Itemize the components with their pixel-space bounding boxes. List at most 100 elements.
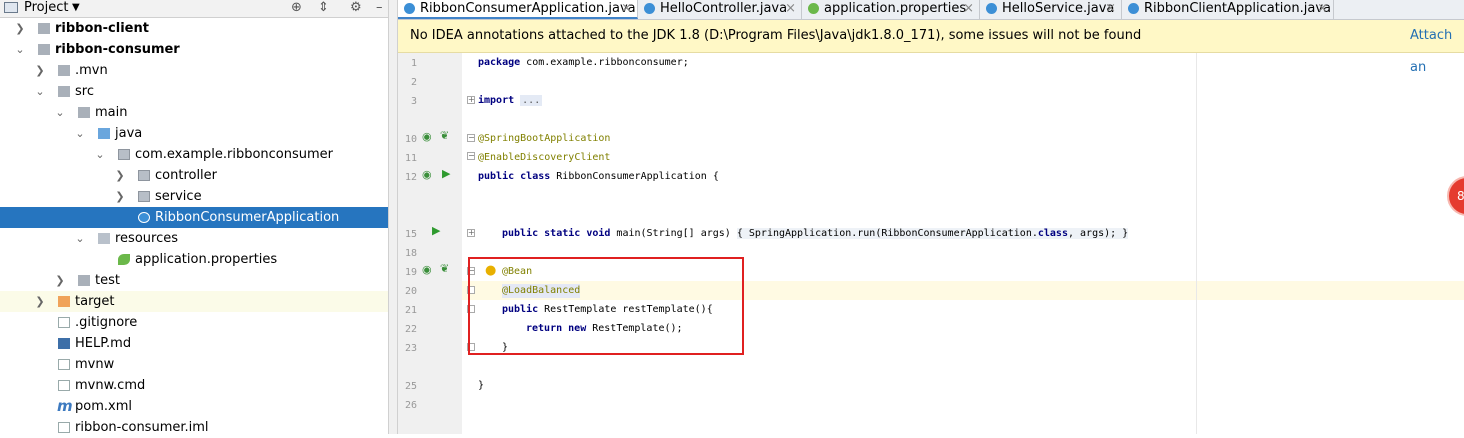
locate-icon[interactable]: ⊕ <box>291 0 302 16</box>
package-icon <box>138 170 150 181</box>
editor-tab-bar: RibbonConsumerApplication.java × HelloCo… <box>398 0 1464 20</box>
tree-item-label: com.example.ribbonconsumer <box>135 147 333 162</box>
project-panel-title[interactable]: Project <box>24 0 68 16</box>
tree-item-package[interactable]: ⌄ com.example.ribbonconsumer <box>0 144 388 165</box>
folder-icon <box>78 107 90 118</box>
close-icon[interactable]: × <box>1317 0 1328 17</box>
spring-bean-gutter-icon[interactable]: ◉ <box>422 130 432 143</box>
tree-item-service[interactable]: ❯ service <box>0 186 388 207</box>
run-icon[interactable]: ▶ <box>432 224 440 237</box>
package-icon <box>118 149 130 160</box>
run-icon[interactable]: ▶ <box>442 167 450 180</box>
close-icon[interactable]: × <box>1105 0 1116 17</box>
text-file-icon <box>58 359 70 370</box>
tree-item-target[interactable]: ❯ target <box>0 291 388 312</box>
tree-item-test[interactable]: ❯ test <box>0 270 388 291</box>
tab-application-properties[interactable]: application.properties × <box>802 0 980 19</box>
tree-item-gitignore[interactable]: .gitignore <box>0 312 388 333</box>
tab-hello-controller[interactable]: HelloController.java × <box>638 0 802 19</box>
spring-bean-gutter-icon[interactable]: ◉ <box>422 168 432 181</box>
text-file-icon <box>58 380 70 391</box>
excluded-folder-icon <box>58 296 70 307</box>
folded-imports[interactable]: ... <box>520 95 543 106</box>
code-line-3: import ... <box>478 95 543 106</box>
tab-ribbon-consumer-application[interactable]: RibbonConsumerApplication.java × <box>398 0 638 19</box>
code-line-10: @SpringBootApplication <box>478 133 611 144</box>
line-number: 20 <box>404 286 417 297</box>
tree-item-label: HELP.md <box>75 336 132 351</box>
chevron-right-icon[interactable]: ❯ <box>114 186 126 207</box>
tab-ribbon-client-application[interactable]: RibbonClientApplication.java × <box>1122 0 1334 19</box>
fold-marker-icon[interactable]: + <box>467 96 475 104</box>
spring-config-gutter-icon[interactable]: ❦ <box>440 129 449 142</box>
line-number: 26 <box>404 400 417 411</box>
code-editor[interactable] <box>462 53 1464 434</box>
hide-icon[interactable]: – <box>376 0 383 16</box>
tab-hello-service[interactable]: HelloService.java × <box>980 0 1122 19</box>
close-icon[interactable]: × <box>785 0 796 17</box>
source-folder-icon <box>98 128 110 139</box>
chevron-down-icon[interactable]: ⌄ <box>74 123 86 144</box>
class-icon <box>986 3 997 14</box>
module-folder-icon <box>38 44 50 55</box>
tree-item-mvn[interactable]: ❯ .mvn <box>0 60 388 81</box>
panel-splitter[interactable] <box>388 0 398 434</box>
chevron-down-icon[interactable]: ▼ <box>72 2 80 13</box>
code-line-15: public static void main(String[] args) {… <box>502 228 1129 239</box>
line-number: 3 <box>410 96 417 107</box>
chevron-right-icon[interactable]: ❯ <box>14 18 26 39</box>
tree-item-src[interactable]: ⌄ src <box>0 81 388 102</box>
chevron-right-icon[interactable]: ❯ <box>34 60 46 81</box>
tree-item-label: pom.xml <box>75 399 132 414</box>
chevron-right-icon[interactable]: ❯ <box>54 270 66 291</box>
right-margin-guide <box>1196 53 1197 434</box>
tree-item-mvnw-cmd[interactable]: mvnw.cmd <box>0 375 388 396</box>
tree-item-application-properties[interactable]: application.properties <box>0 249 388 270</box>
tree-item-label: mvnw.cmd <box>75 378 146 393</box>
chevron-right-icon[interactable]: ❯ <box>114 165 126 186</box>
close-icon[interactable]: × <box>963 0 974 17</box>
tree-item-iml[interactable]: ribbon-consumer.iml <box>0 417 388 438</box>
project-panel-header: Project ▼ ⊕ ⇕ ⚙ – <box>0 0 388 18</box>
close-icon[interactable]: × <box>621 0 632 17</box>
package-icon <box>138 191 150 202</box>
chevron-down-icon[interactable]: ⌄ <box>34 81 46 102</box>
chevron-down-icon[interactable]: ⌄ <box>74 228 86 249</box>
folder-icon <box>58 86 70 97</box>
gear-icon[interactable]: ⚙ <box>350 0 362 16</box>
chevron-down-icon[interactable]: ⌄ <box>94 144 106 165</box>
fold-marker-icon[interactable]: − <box>467 152 475 160</box>
line-number: 23 <box>404 343 417 354</box>
tree-item-resources[interactable]: ⌄ resources <box>0 228 388 249</box>
tree-item-main[interactable]: ⌄ main <box>0 102 388 123</box>
chevron-down-icon[interactable]: ⌄ <box>14 39 26 60</box>
jdk-annotations-banner: No IDEA annotations attached to the JDK … <box>398 20 1464 75</box>
tree-item-pom-xml[interactable]: m pom.xml <box>0 396 388 417</box>
tab-label: HelloService.java <box>1002 1 1115 16</box>
tree-item-label: ribbon-consumer <box>55 42 180 57</box>
tree-item-ribbon-consumer[interactable]: ⌄ ribbon-consumer <box>0 39 388 60</box>
tree-item-ribbon-consumer-application[interactable]: RibbonConsumerApplication <box>0 207 388 228</box>
tree-item-label: target <box>75 294 115 309</box>
collapse-all-icon[interactable]: ⇕ <box>318 0 329 16</box>
tree-item-label: src <box>75 84 94 99</box>
editor-gutter[interactable]: 1 2 3 10 11 12 15 18 19 20 21 22 23 25 2… <box>398 53 462 434</box>
tree-item-mvnw[interactable]: mvnw <box>0 354 388 375</box>
project-icon <box>4 2 18 13</box>
module-file-icon <box>58 422 70 433</box>
fold-marker-icon[interactable]: − <box>467 134 475 142</box>
line-number: 18 <box>404 248 417 259</box>
chevron-right-icon[interactable]: ❯ <box>34 291 46 312</box>
tree-item-java[interactable]: ⌄ java <box>0 123 388 144</box>
spring-config-gutter-icon[interactable]: ❦ <box>440 262 449 275</box>
tree-item-label: ribbon-client <box>55 21 149 36</box>
tree-item-ribbon-client[interactable]: ❯ ribbon-client <box>0 18 388 39</box>
fold-marker-icon[interactable]: + <box>467 229 475 237</box>
spring-bean-gutter-icon[interactable]: ◉ <box>422 263 432 276</box>
tree-item-help-md[interactable]: HELP.md <box>0 333 388 354</box>
chevron-down-icon[interactable]: ⌄ <box>54 102 66 123</box>
tab-label: RibbonClientApplication.java <box>1144 1 1331 16</box>
tree-item-controller[interactable]: ❯ controller <box>0 165 388 186</box>
line-number: 21 <box>404 305 417 316</box>
code-line-1: package com.example.ribbonconsumer; <box>478 57 689 68</box>
